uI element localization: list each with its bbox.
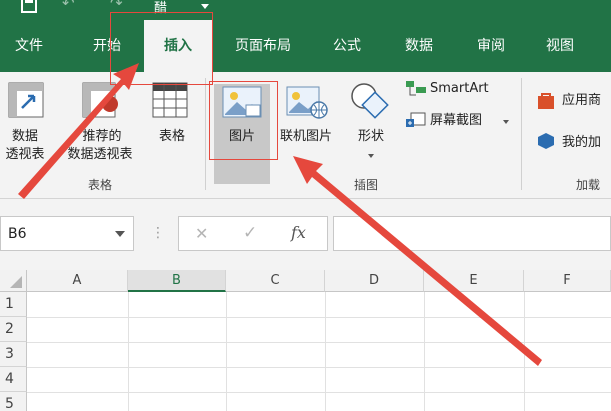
- my-addins-icon[interactable]: [537, 132, 555, 154]
- excel-window: ↶ ↷ 醋 文件 开始 插入 页面布局 公式 数据 审阅 视图 数据 透视表 推…: [0, 0, 611, 411]
- row-header-5[interactable]: 5: [0, 392, 27, 411]
- screenshot-dropdown-chevron-icon[interactable]: [503, 120, 509, 124]
- tab-view[interactable]: 视图: [531, 20, 589, 72]
- pivot-table-label-1: 数据: [11, 129, 38, 144]
- column-header-f[interactable]: F: [524, 270, 611, 292]
- shapes-dropdown-chevron-icon[interactable]: [368, 154, 374, 158]
- row-header-3[interactable]: 3: [0, 342, 27, 367]
- row-header-1[interactable]: 1: [0, 292, 27, 317]
- table-icon[interactable]: [152, 82, 188, 122]
- undo-icon[interactable]: ↶: [62, 0, 75, 12]
- my-addins-label[interactable]: 我的加: [562, 134, 601, 152]
- name-box-value: B6: [8, 226, 27, 242]
- store-icon[interactable]: [537, 92, 555, 114]
- screenshot-label[interactable]: 屏幕截图: [430, 112, 482, 130]
- screenshot-icon[interactable]: [404, 110, 428, 134]
- worksheet-grid: A B C D E F 1 2 3 4 5: [0, 270, 611, 411]
- formula-input[interactable]: [333, 216, 611, 251]
- select-all-corner[interactable]: [0, 270, 27, 292]
- tab-review[interactable]: 审阅: [462, 20, 520, 72]
- cell-gridlines[interactable]: [27, 292, 611, 411]
- shapes-label: 形状: [357, 129, 384, 144]
- group-divider: [521, 78, 522, 190]
- column-header-c[interactable]: C: [226, 270, 325, 292]
- column-header-b[interactable]: B: [128, 270, 226, 292]
- recommended-pivot-icon[interactable]: [82, 82, 120, 122]
- ribbon-tab-bar: 文件 开始 插入 页面布局 公式 数据 审阅 视图: [0, 20, 611, 72]
- group-label-illustrations: 插图: [353, 178, 378, 192]
- group-divider: [205, 78, 206, 190]
- tab-data[interactable]: 数据: [390, 20, 448, 72]
- save-icon[interactable]: [20, 0, 38, 18]
- insert-tab-highlight-box: [110, 12, 213, 85]
- online-pictures-label: 联机图片: [279, 129, 332, 144]
- tab-formulas[interactable]: 公式: [318, 20, 376, 72]
- smartart-label[interactable]: SmartArt: [430, 80, 489, 98]
- group-label-tables: 表格: [87, 178, 112, 192]
- column-header-e[interactable]: E: [424, 270, 524, 292]
- recommended-pivot-label-1: 推荐的: [82, 129, 122, 144]
- shapes-icon[interactable]: [350, 82, 392, 126]
- row-header-4[interactable]: 4: [0, 367, 27, 392]
- formula-buttons: ✕ ✓ fx: [178, 216, 328, 251]
- pivot-table-label-2: 透视表: [5, 147, 45, 162]
- online-pictures-icon[interactable]: [286, 84, 328, 124]
- ribbon-insert-panel: 数据 透视表 推荐的 数据透视表 表格 表格 图片 联机图片 形状 SmartA: [0, 72, 611, 199]
- redo-icon[interactable]: ↷: [110, 0, 123, 12]
- table-label: 表格: [158, 129, 185, 144]
- more-options-icon[interactable]: ⋮: [151, 225, 165, 241]
- title-bar: ↶ ↷ 醋: [0, 0, 611, 20]
- column-header-d[interactable]: D: [325, 270, 424, 292]
- pivot-table-icon[interactable]: [8, 82, 44, 122]
- smartart-icon[interactable]: [404, 79, 428, 103]
- customize-qa-chevron-icon[interactable]: [201, 4, 209, 9]
- recommended-pivot-label-2: 数据透视表: [67, 147, 133, 162]
- insert-function-icon[interactable]: fx: [291, 223, 306, 242]
- row-header-2[interactable]: 2: [0, 317, 27, 342]
- cancel-icon[interactable]: ✕: [195, 224, 208, 243]
- column-header-a[interactable]: A: [27, 270, 128, 292]
- enter-icon[interactable]: ✓: [243, 223, 257, 243]
- formula-bar: B6 ⋮ ✕ ✓ fx: [0, 199, 611, 270]
- pictures-highlight-box: [209, 81, 278, 160]
- name-box[interactable]: B6: [0, 216, 134, 251]
- tab-file[interactable]: 文件: [0, 20, 58, 72]
- tab-page-layout[interactable]: 页面布局: [223, 20, 303, 72]
- store-label[interactable]: 应用商: [562, 92, 601, 110]
- name-box-chevron-icon[interactable]: [115, 231, 125, 237]
- group-label-addins: 加载: [576, 178, 601, 192]
